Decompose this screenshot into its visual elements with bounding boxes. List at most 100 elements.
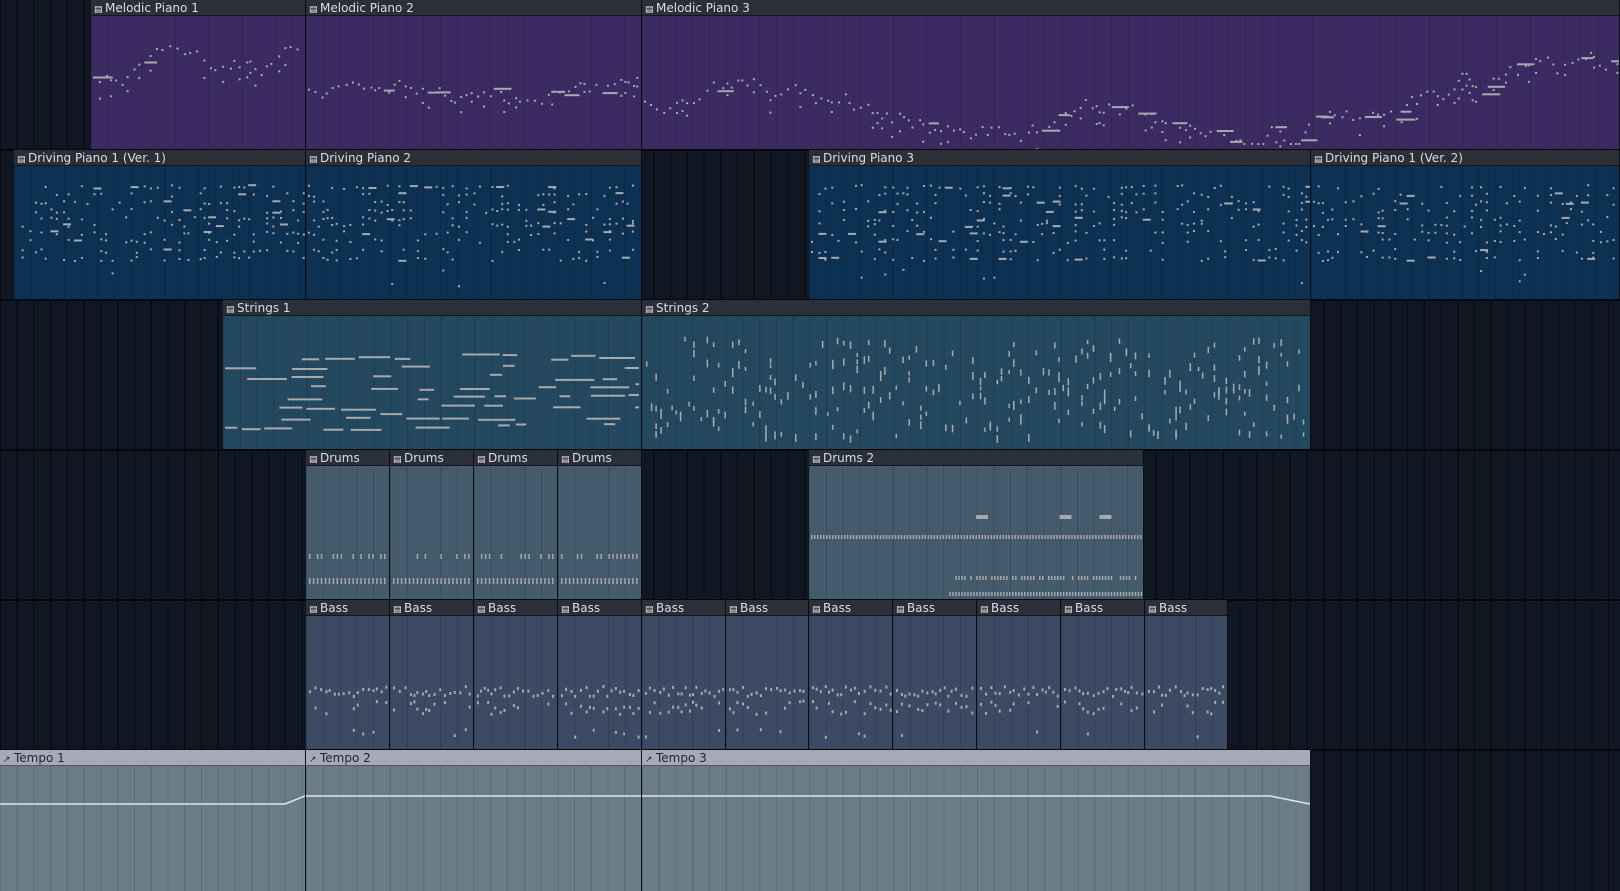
clip-dp1[interactable]: ▤ Driving Piano 1 (Ver. 1) — [14, 150, 306, 299]
clip-body[interactable] — [642, 766, 1310, 891]
clip-header[interactable]: ▤ Bass — [1145, 600, 1227, 616]
clip-b7[interactable]: ▤ Bass — [809, 600, 893, 749]
clip-header[interactable]: ▤ Bass — [390, 600, 473, 616]
clip-body[interactable] — [642, 16, 1619, 149]
pattern-clip-icon[interactable]: ▤ — [477, 602, 486, 615]
clip-header[interactable]: ▤ Bass — [558, 600, 641, 616]
pattern-clip-icon[interactable]: ▤ — [17, 152, 26, 165]
pattern-clip-icon[interactable]: ▤ — [561, 602, 570, 615]
clip-header[interactable]: ▤ Bass — [642, 600, 725, 616]
clip-b8[interactable]: ▤ Bass — [893, 600, 977, 749]
pattern-clip-icon[interactable]: ▤ — [812, 452, 821, 465]
clip-body[interactable] — [306, 466, 389, 599]
pattern-clip-icon[interactable]: ▤ — [393, 602, 402, 615]
pattern-clip-icon[interactable]: ▤ — [645, 2, 654, 15]
pattern-clip-icon[interactable]: ▤ — [226, 302, 235, 315]
pattern-clip-icon[interactable]: ▤ — [1148, 602, 1157, 615]
clip-b4[interactable]: ▤ Bass — [558, 600, 642, 749]
pattern-clip-icon[interactable]: ▤ — [309, 452, 318, 465]
pattern-clip-icon[interactable]: ▤ — [980, 602, 989, 615]
clip-b9[interactable]: ▤ Bass — [977, 600, 1061, 749]
clip-header[interactable]: ▤ Melodic Piano 2 — [306, 0, 641, 16]
clip-body[interactable] — [558, 466, 641, 599]
clip-header[interactable]: ▤ Driving Piano 1 (Ver. 2) — [1311, 150, 1619, 166]
clip-header[interactable]: ▤ Strings 2 — [642, 300, 1310, 316]
clip-body[interactable] — [91, 16, 305, 149]
clip-header[interactable]: ▤ Drums 2 — [809, 450, 1143, 466]
clip-header[interactable]: ▤ Drums — [306, 450, 389, 466]
clip-b2[interactable]: ▤ Bass — [390, 600, 474, 749]
clip-b5[interactable]: ▤ Bass — [642, 600, 726, 749]
clip-dp2[interactable]: ▤ Driving Piano 2 — [306, 150, 642, 299]
clip-body[interactable] — [809, 616, 892, 749]
pattern-clip-icon[interactable]: ▤ — [393, 452, 402, 465]
clip-header[interactable]: ↗ Tempo 3 — [642, 750, 1310, 766]
clip-dp4[interactable]: ▤ Driving Piano 1 (Ver. 2) — [1311, 150, 1620, 299]
clip-body[interactable] — [1311, 166, 1619, 299]
clip-header[interactable]: ▤ Strings 1 — [223, 300, 641, 316]
playlist-area[interactable]: ▤ Melodic Piano 1 ▤ Melodic Piano 2 ▤ Melodic… — [0, 0, 1620, 891]
tempo-automation-line[interactable] — [0, 795, 305, 805]
clip-body[interactable] — [726, 616, 808, 749]
clip-body[interactable] — [0, 766, 305, 891]
clip-body[interactable] — [1061, 616, 1144, 749]
clip-body[interactable] — [14, 166, 305, 299]
tempo-automation-line[interactable] — [642, 795, 1310, 805]
clip-t2[interactable]: ↗ Tempo 2 — [306, 750, 642, 891]
clip-body[interactable] — [306, 16, 641, 149]
clip-header[interactable]: ▤ Drums — [390, 450, 473, 466]
clip-header[interactable]: ▤ Melodic Piano 1 — [91, 0, 305, 16]
clip-header[interactable]: ▤ Bass — [306, 600, 389, 616]
clip-dr2[interactable]: ▤ Drums — [390, 450, 474, 599]
clip-st2[interactable]: ▤ Strings 2 — [642, 300, 1311, 449]
clip-mp2[interactable]: ▤ Melodic Piano 2 — [306, 0, 642, 149]
clip-body[interactable] — [390, 466, 473, 599]
clip-body[interactable] — [558, 616, 641, 749]
clip-header[interactable]: ▤ Driving Piano 1 (Ver. 1) — [14, 150, 305, 166]
pattern-clip-icon[interactable]: ▤ — [645, 302, 654, 315]
clip-body[interactable] — [474, 616, 557, 749]
clip-body[interactable] — [977, 616, 1060, 749]
pattern-clip-icon[interactable]: ▤ — [729, 602, 738, 615]
pattern-clip-icon[interactable]: ▤ — [309, 602, 318, 615]
pattern-clip-icon[interactable]: ▤ — [812, 602, 821, 615]
pattern-clip-icon[interactable]: ▤ — [896, 602, 905, 615]
clip-header[interactable]: ▤ Bass — [474, 600, 557, 616]
clip-dr5[interactable]: ▤ Drums 2 — [809, 450, 1144, 599]
clip-header[interactable]: ▤ Bass — [977, 600, 1060, 616]
pattern-clip-icon[interactable]: ▤ — [1314, 152, 1323, 165]
pattern-clip-icon[interactable]: ▤ — [309, 152, 318, 165]
automation-clip-icon[interactable]: ↗ — [309, 752, 317, 765]
clip-header[interactable]: ▤ Bass — [1061, 600, 1144, 616]
clip-dr1[interactable]: ▤ Drums — [306, 450, 390, 599]
automation-clip-icon[interactable]: ↗ — [3, 752, 11, 765]
clip-mp3[interactable]: ▤ Melodic Piano 3 — [642, 0, 1620, 149]
clip-b1[interactable]: ▤ Bass — [306, 600, 390, 749]
clip-dp3[interactable]: ▤ Driving Piano 3 — [809, 150, 1311, 299]
pattern-clip-icon[interactable]: ▤ — [1064, 602, 1073, 615]
clip-t1[interactable]: ↗ Tempo 1 — [0, 750, 306, 891]
clip-mp1[interactable]: ▤ Melodic Piano 1 — [91, 0, 306, 149]
clip-header[interactable]: ▤ Drums — [558, 450, 641, 466]
clip-header[interactable]: ▤ Driving Piano 3 — [809, 150, 1310, 166]
automation-clip-icon[interactable]: ↗ — [645, 752, 653, 765]
clip-body[interactable] — [809, 466, 1143, 599]
clip-t3[interactable]: ↗ Tempo 3 — [642, 750, 1311, 891]
clip-b3[interactable]: ▤ Bass — [474, 600, 558, 749]
pattern-clip-icon[interactable]: ▤ — [812, 152, 821, 165]
pattern-clip-icon[interactable]: ▤ — [561, 452, 570, 465]
clip-dr4[interactable]: ▤ Drums — [558, 450, 642, 599]
clip-body[interactable] — [390, 616, 473, 749]
clip-header[interactable]: ▤ Drums — [474, 450, 557, 466]
clip-b10[interactable]: ▤ Bass — [1061, 600, 1145, 749]
clip-body[interactable] — [306, 766, 641, 891]
clip-header[interactable]: ▤ Melodic Piano 3 — [642, 0, 1619, 16]
clip-dr3[interactable]: ▤ Drums — [474, 450, 558, 599]
clip-b6[interactable]: ▤ Bass — [726, 600, 809, 749]
clip-body[interactable] — [893, 616, 976, 749]
clip-body[interactable] — [1145, 616, 1227, 749]
clip-st1[interactable]: ▤ Strings 1 — [223, 300, 642, 449]
pattern-clip-icon[interactable]: ▤ — [645, 602, 654, 615]
clip-body[interactable] — [642, 316, 1310, 449]
clip-header[interactable]: ▤ Driving Piano 2 — [306, 150, 641, 166]
